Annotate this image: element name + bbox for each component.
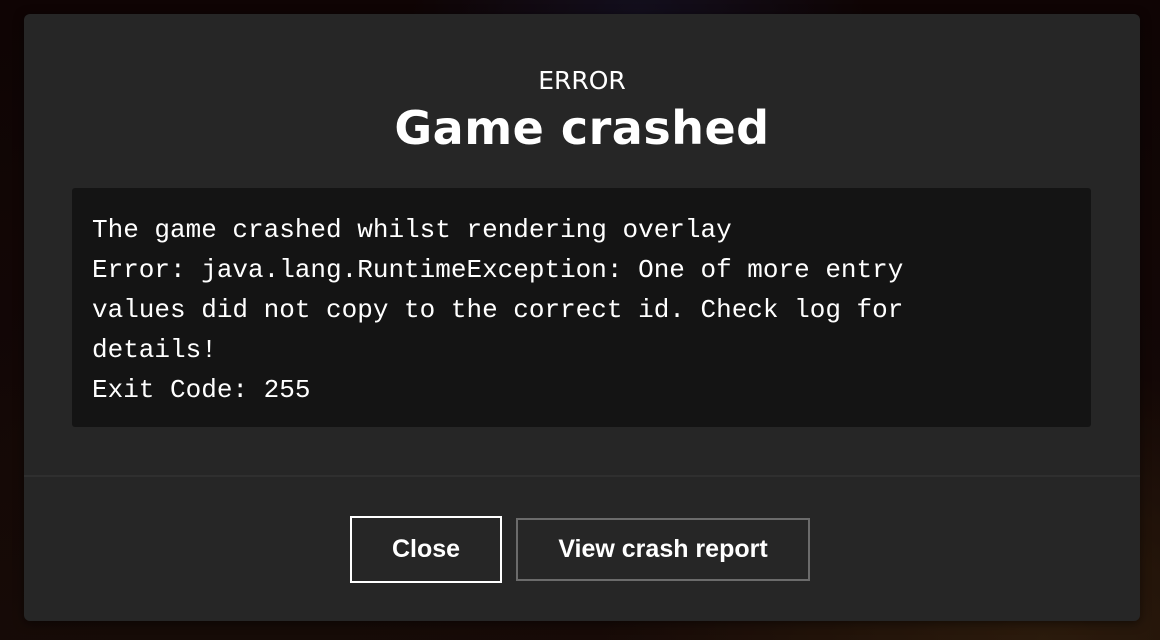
view-crash-report-label: View crash report (558, 535, 768, 563)
crash-message-line: values did not copy to the correct id. C… (92, 295, 904, 325)
crash-message-line: Error: java.lang.RuntimeException: One o… (92, 255, 904, 285)
crash-message-line: The game crashed whilst rendering overla… (92, 215, 732, 245)
crash-message-box: The game crashed whilst rendering overla… (72, 188, 1091, 427)
view-crash-report-button[interactable]: View crash report (516, 518, 810, 581)
footer-divider (24, 475, 1140, 477)
crash-message-line: details! (92, 335, 217, 365)
dialog-title: Game crashed (394, 101, 770, 155)
exit-code-line: Exit Code: 255 (92, 375, 311, 405)
close-button-label: Close (391, 535, 461, 563)
close-button[interactable]: Close (350, 516, 502, 583)
dialog-eyebrow: ERROR (538, 66, 626, 95)
crash-dialog: ERROR Game crashed The game crashed whil… (24, 14, 1140, 621)
